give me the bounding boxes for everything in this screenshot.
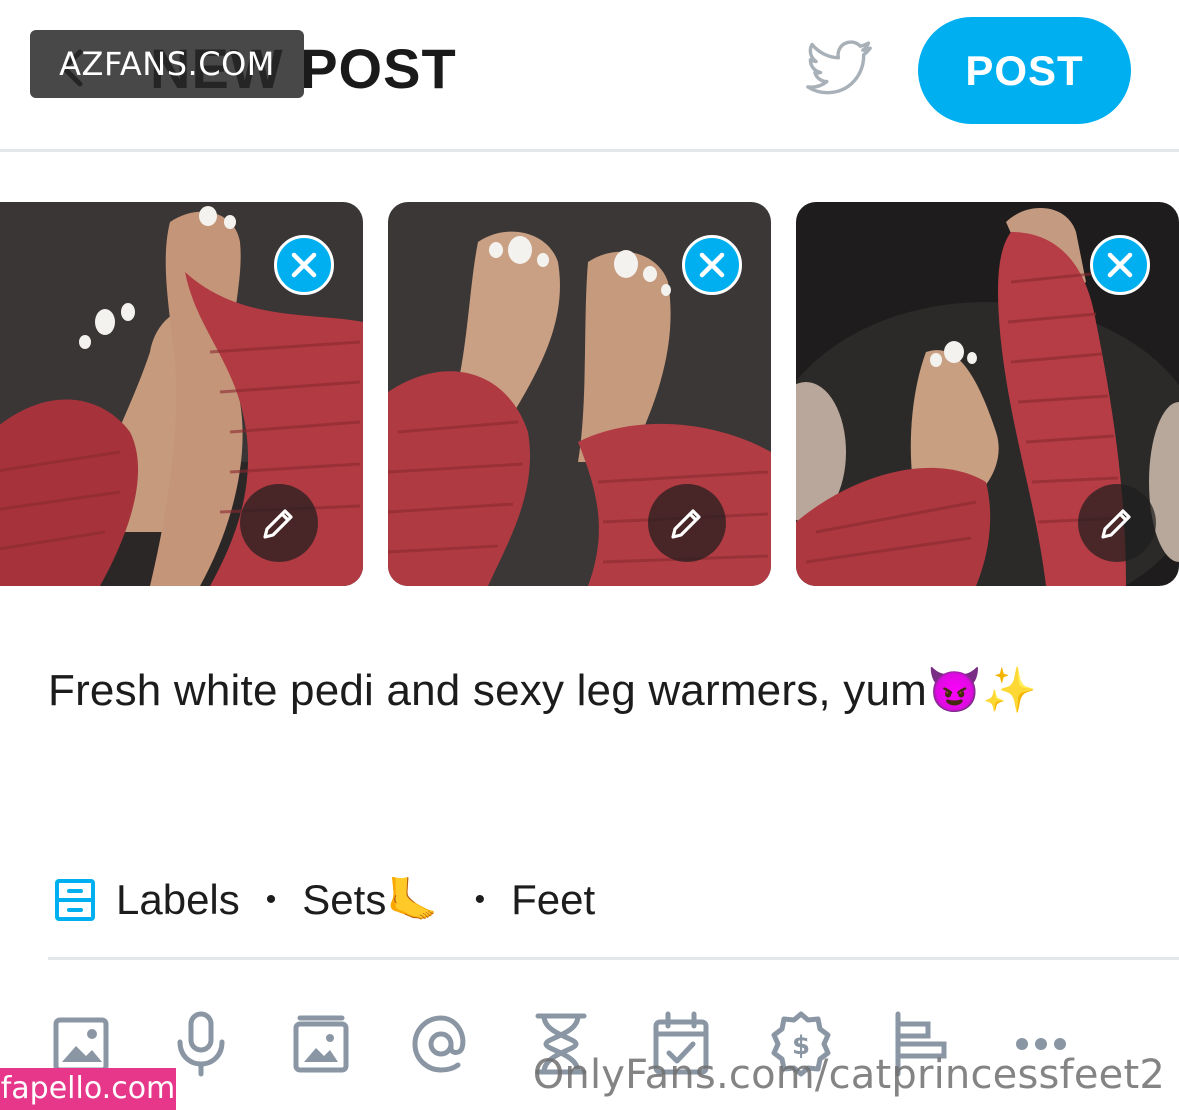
remove-media-button[interactable] — [274, 235, 334, 295]
pencil-icon — [263, 509, 293, 539]
label-separator: • — [474, 883, 486, 916]
edit-media-button[interactable] — [240, 484, 318, 562]
label-separator: • — [265, 883, 277, 916]
pencil-icon — [1101, 509, 1131, 539]
watermark-bottom-right: OnlyFans.com/catprincessfeet2 — [532, 1052, 1165, 1098]
remove-media-button[interactable] — [1090, 235, 1150, 295]
at-sign-icon — [412, 1015, 466, 1073]
remove-media-button[interactable] — [682, 235, 742, 295]
drawer-icon — [55, 879, 95, 921]
watermark-bottom-left: fapello.com — [0, 1068, 176, 1110]
divider — [48, 957, 1179, 960]
post-caption-input[interactable]: Fresh white pedi and sexy leg warmers, y… — [48, 664, 1037, 716]
close-icon — [1107, 252, 1133, 278]
microphone-icon — [177, 1011, 225, 1077]
labels-row[interactable]: Labels • Sets🦶 • Feet — [48, 870, 1179, 930]
label-item-labels[interactable]: Labels — [116, 876, 240, 924]
media-thumbnail[interactable] — [388, 202, 771, 586]
media-thumbnail[interactable] — [0, 202, 363, 586]
twitter-bird-icon[interactable] — [805, 40, 873, 100]
mention-button[interactable] — [410, 1010, 472, 1078]
close-icon — [699, 252, 725, 278]
vault-button[interactable] — [290, 1010, 352, 1078]
watermark-top-left: AZFANS.COM — [30, 30, 304, 98]
label-item-feet[interactable]: Feet — [511, 876, 595, 924]
header-bar: NEW POST AZFANS.COM POST — [0, 0, 1179, 152]
close-icon — [291, 252, 317, 278]
pencil-icon — [671, 509, 701, 539]
label-item-sets[interactable]: Sets🦶 — [302, 876, 438, 925]
edit-media-button[interactable] — [648, 484, 726, 562]
edit-media-button[interactable] — [1078, 484, 1156, 562]
vault-icon — [293, 1015, 349, 1073]
media-thumbnail[interactable] — [796, 202, 1179, 586]
post-button[interactable]: POST — [918, 17, 1131, 124]
voice-button[interactable] — [170, 1010, 232, 1078]
